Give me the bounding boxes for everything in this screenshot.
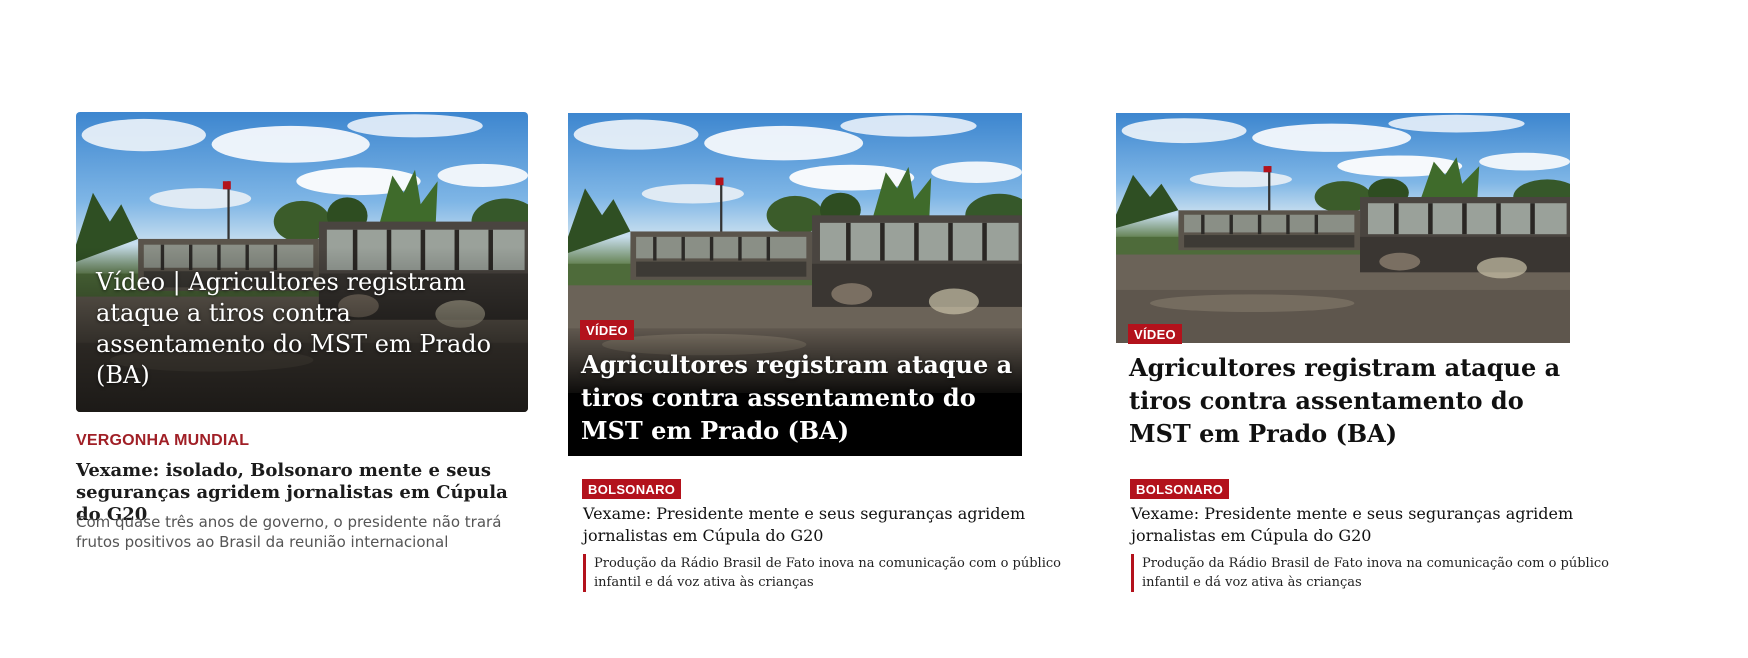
related-link[interactable]: Produção da Rádio Brasil de Fato inova n… (1131, 554, 1612, 592)
section-kicker[interactable]: VERGONHA MUNDIAL (76, 432, 249, 450)
sub-headline[interactable]: Vexame: Presidente mente e seus seguranç… (583, 503, 1053, 547)
news-photo[interactable]: Vídeo | Agricultores registram ataque a … (76, 112, 528, 412)
video-badge: VÍDEO (580, 320, 634, 340)
related-link[interactable]: Produção da Rádio Brasil de Fato inova n… (583, 554, 1064, 592)
burned-buses-image (1116, 113, 1570, 343)
tag-badge[interactable]: BOLSONARO (1130, 479, 1230, 499)
video-badge: VÍDEO (1128, 324, 1182, 344)
overlay-title[interactable]: Agricultores registram ataque a tiros co… (581, 348, 1021, 447)
sub-headline[interactable]: Vexame: Presidente mente e seus seguranç… (1131, 503, 1601, 547)
headline[interactable]: Agricultores registram ataque a tiros co… (1129, 351, 1579, 450)
overlay-title[interactable]: Vídeo | Agricultores registram ataque a … (96, 267, 496, 391)
tag-badge[interactable]: BOLSONARO (582, 479, 682, 499)
news-photo[interactable] (1116, 113, 1570, 343)
dek-text: Com quase três anos de governo, o presid… (76, 513, 502, 551)
